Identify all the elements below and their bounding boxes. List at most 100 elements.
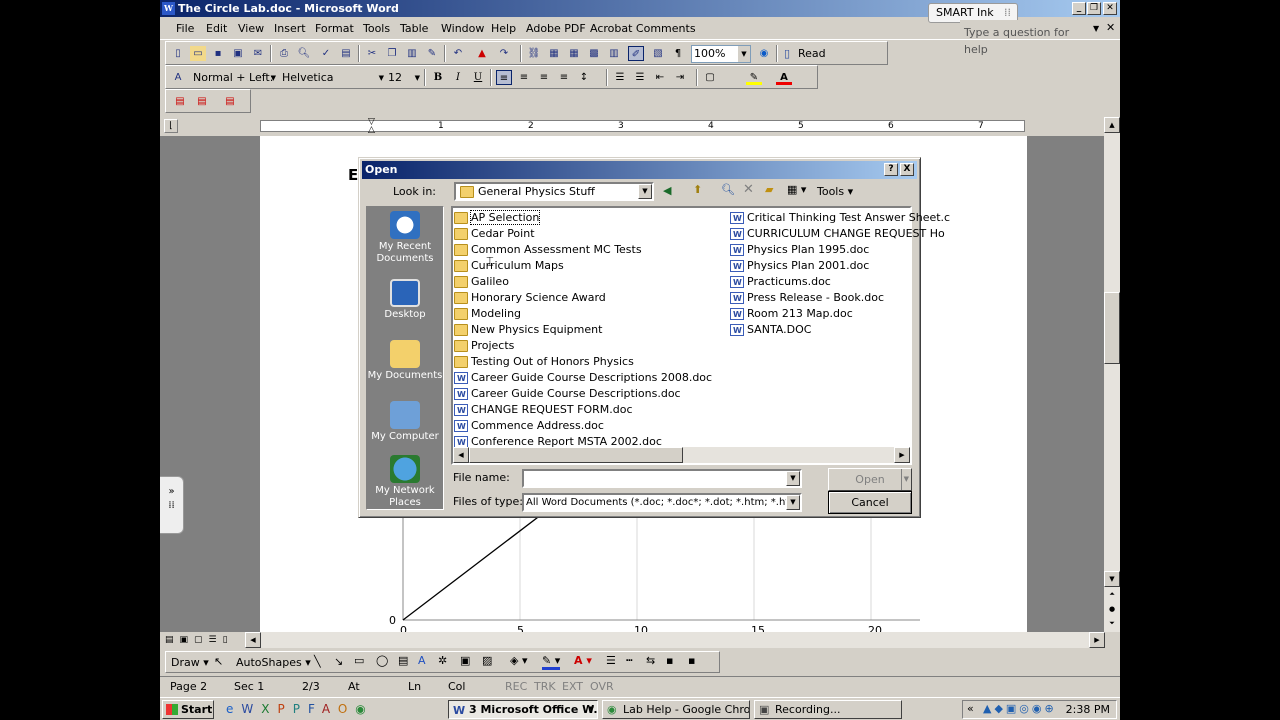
scroll-thumb[interactable]: [1104, 292, 1120, 364]
place-my-documents[interactable]: My Documents: [367, 340, 443, 382]
web-view-icon[interactable]: ▣: [180, 635, 195, 645]
align-center-icon[interactable]: ≡: [516, 70, 532, 85]
print-preview-icon[interactable]: 🔍︎: [296, 46, 312, 61]
reading-view-icon[interactable]: ▯: [223, 635, 234, 645]
columns-icon[interactable]: ▥: [606, 46, 622, 61]
increase-indent-icon[interactable]: ⇥: [672, 70, 688, 85]
insert-excel-icon[interactable]: ▩: [586, 46, 602, 61]
search-web-icon[interactable]: 🔍︎: [721, 183, 735, 196]
show-hide-icon[interactable]: ¶: [670, 46, 686, 61]
print-view-icon[interactable]: ▢: [194, 635, 209, 645]
picture-icon[interactable]: ▨: [482, 654, 492, 667]
taskbar-recording[interactable]: ▣ Recording...: [754, 700, 902, 719]
folder-item[interactable]: Modeling: [453, 306, 521, 322]
styles-icon[interactable]: A: [170, 70, 186, 85]
ie-icon[interactable]: e: [226, 702, 241, 716]
new-icon[interactable]: ▯: [170, 46, 186, 61]
folder-item[interactable]: Curriculum Maps: [453, 258, 564, 274]
wordart-icon[interactable]: A: [418, 654, 426, 667]
close-dialog-button[interactable]: X: [900, 163, 914, 176]
folder-item[interactable]: Cedar Point: [453, 226, 535, 242]
email-icon[interactable]: ✉: [250, 46, 266, 61]
menu-view[interactable]: View: [238, 22, 264, 35]
access-icon[interactable]: A: [322, 702, 338, 716]
up-folder-icon[interactable]: ⬆: [693, 183, 702, 196]
undo-icon[interactable]: ↶: [450, 46, 466, 61]
paste-icon[interactable]: ▥: [404, 46, 420, 61]
read-button[interactable]: ▯ Read: [782, 45, 838, 63]
vertical-scrollbar[interactable]: ▲ ▼ ⏶ ● ⏷: [1104, 117, 1120, 632]
tables-borders-icon[interactable]: ▦: [546, 46, 562, 61]
outline-view-icon[interactable]: ☰: [209, 635, 223, 645]
research-icon[interactable]: ▤: [338, 46, 354, 61]
arrow-icon[interactable]: ↘: [334, 655, 343, 668]
decrease-indent-icon[interactable]: ⇤: [652, 70, 668, 85]
file-item[interactable]: Career Guide Course Descriptions 2008.do…: [453, 370, 712, 387]
back-icon[interactable]: ◀: [663, 184, 671, 197]
side-panel-handle[interactable]: » ⁞⁞: [160, 476, 184, 534]
file-name-input[interactable]: ▼: [522, 469, 802, 488]
copy-icon[interactable]: ❐: [384, 46, 400, 61]
cut-icon[interactable]: ✂: [364, 46, 380, 61]
tray-icons[interactable]: ▲◆▣◎◉⊕: [983, 702, 1057, 715]
menu-window[interactable]: Window: [441, 22, 484, 35]
file-item[interactable]: SANTA.DOC: [729, 322, 811, 339]
menu-tools[interactable]: Tools: [363, 22, 390, 35]
clipart-icon[interactable]: ▣: [460, 654, 470, 667]
file-list-scroll-thumb[interactable]: [469, 447, 683, 463]
highlight-icon[interactable]: ✎: [746, 70, 762, 85]
folder-item[interactable]: New Physics Equipment: [453, 322, 602, 338]
new-folder-icon[interactable]: ▰: [765, 183, 773, 196]
drawing-icon[interactable]: ✐: [628, 46, 644, 61]
arrow-style-icon[interactable]: ⇆: [646, 654, 655, 667]
file-item[interactable]: Career Guide Course Descriptions.doc: [453, 386, 681, 403]
menu-adobe-pdf[interactable]: Adobe PDF: [526, 22, 586, 35]
scroll-right-icon[interactable]: ▶: [894, 447, 910, 463]
menu-help[interactable]: Help: [491, 22, 516, 35]
delete-icon[interactable]: ✕: [743, 182, 754, 197]
menu-acrobat-comments[interactable]: Acrobat Comments: [590, 22, 696, 35]
help-dropdown-icon[interactable]: ▼: [1093, 24, 1099, 33]
files-of-type-select[interactable]: All Word Documents (*.doc; *.doc*; *.dot…: [522, 493, 802, 512]
line-style-icon[interactable]: ☰: [606, 654, 616, 667]
taskbar-chrome[interactable]: ◉ Lab Help - Google Chrome: [602, 700, 750, 719]
help-icon[interactable]: ◉: [756, 46, 772, 61]
cancel-button[interactable]: Cancel: [828, 491, 912, 514]
tray-expand-icon[interactable]: «: [967, 702, 974, 715]
convert-to-pdf-icon[interactable]: ▤: [172, 94, 188, 109]
views-icon[interactable]: ▦ ▾: [787, 183, 806, 196]
place-desktop[interactable]: Desktop: [367, 279, 443, 321]
horizontal-scrollbar[interactable]: ◀ ▶: [245, 632, 1105, 648]
place-my-computer[interactable]: My Computer: [367, 401, 443, 443]
status-trk[interactable]: TRK: [534, 680, 556, 693]
save-icon[interactable]: ▪: [210, 46, 226, 61]
diagram-icon[interactable]: ✲: [438, 654, 447, 667]
file-item[interactable]: Commence Address.doc: [453, 418, 604, 435]
textbox-icon[interactable]: ▤: [398, 654, 408, 667]
hyperlink-icon[interactable]: ⛓: [526, 46, 542, 61]
spelling-icon[interactable]: ✓: [318, 46, 334, 61]
scroll-left-icon[interactable]: ◀: [453, 447, 469, 463]
font-select[interactable]: Helvetica ▼: [280, 69, 384, 87]
file-list[interactable]: AP Selection Cedar Point Common Assessment…: [451, 206, 950, 465]
menu-file[interactable]: File: [176, 22, 194, 35]
excel-icon[interactable]: X: [261, 702, 277, 716]
taskbar-word[interactable]: W 3 Microsoft Office W... ▼: [448, 700, 598, 719]
scroll-up-icon[interactable]: ▲: [1104, 117, 1120, 133]
file-item[interactable]: CHANGE REQUEST FORM.doc: [453, 402, 633, 419]
file-item[interactable]: Critical Thinking Test Answer Sheet.c: [729, 210, 950, 227]
format-painter-icon[interactable]: ✎: [424, 46, 440, 61]
look-in-select[interactable]: General Physics Stuff ▼: [454, 182, 654, 201]
place-network[interactable]: My Network Places: [367, 455, 443, 509]
indent-marker[interactable]: ▽ △: [368, 118, 375, 135]
bullets-icon[interactable]: ☰: [632, 70, 648, 85]
borders-icon[interactable]: ▢: [702, 70, 718, 85]
maximize-button[interactable]: ❐: [1087, 2, 1101, 15]
line-color-icon[interactable]: ✎ ▾: [542, 654, 561, 670]
frontpage-icon[interactable]: F: [308, 702, 322, 716]
folder-item[interactable]: Common Assessment MC Tests: [453, 242, 642, 258]
italic-button[interactable]: I: [450, 70, 466, 85]
word-icon[interactable]: W: [241, 702, 261, 716]
close-window-button[interactable]: ✕: [1103, 2, 1117, 15]
status-ovr[interactable]: OVR: [590, 680, 614, 693]
